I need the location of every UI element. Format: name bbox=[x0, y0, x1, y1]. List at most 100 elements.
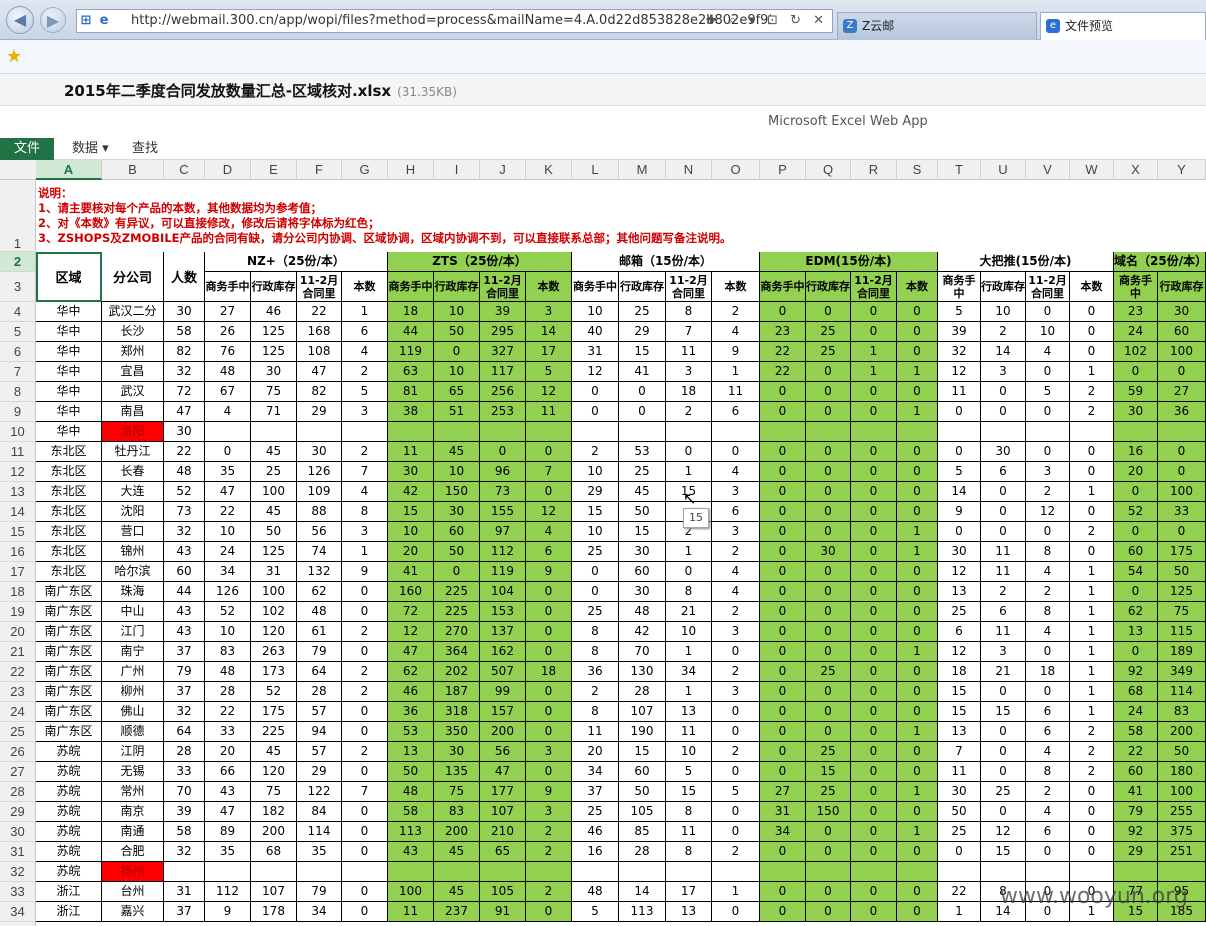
cell-r4-cg[interactable]: 1 bbox=[342, 302, 388, 322]
cell-r32-ce[interactable] bbox=[251, 862, 297, 882]
cell-r13-co[interactable]: 3 bbox=[712, 482, 760, 502]
cell-r27-cl[interactable]: 34 bbox=[572, 762, 619, 782]
cell-r31-ct[interactable]: 0 bbox=[938, 842, 981, 862]
cell-r25-cx[interactable]: 58 bbox=[1114, 722, 1158, 742]
cell-r11-ck[interactable]: 0 bbox=[526, 442, 572, 462]
cell-r20-cy[interactable]: 115 bbox=[1158, 622, 1206, 642]
cell-r15-cg[interactable]: 3 bbox=[342, 522, 388, 542]
cell-r24-ce[interactable]: 175 bbox=[251, 702, 297, 722]
cell-r29-co[interactable]: 0 bbox=[712, 802, 760, 822]
cell-r7-cv[interactable]: 0 bbox=[1026, 362, 1070, 382]
cell-r18-co[interactable]: 4 bbox=[712, 582, 760, 602]
cell-r25-co[interactable]: 0 bbox=[712, 722, 760, 742]
cell-r25-cw[interactable]: 2 bbox=[1070, 722, 1114, 742]
cell-r8-ce[interactable]: 75 bbox=[251, 382, 297, 402]
cell-r7-co[interactable]: 1 bbox=[712, 362, 760, 382]
cell-r29-cs[interactable]: 0 bbox=[897, 802, 938, 822]
cell-r5-ch[interactable]: 44 bbox=[388, 322, 434, 342]
cell-r24-cc[interactable]: 32 bbox=[164, 702, 205, 722]
cell-r22-cy[interactable]: 349 bbox=[1158, 662, 1206, 682]
cell-r32-cm[interactable] bbox=[619, 862, 666, 882]
cell-r23-cq[interactable]: 0 bbox=[806, 682, 851, 702]
cell-r26-cq[interactable]: 25 bbox=[806, 742, 851, 762]
cell-r5-cb[interactable]: 长沙 bbox=[102, 322, 164, 342]
cell-r8-cm[interactable]: 0 bbox=[619, 382, 666, 402]
cell-r19-ce[interactable]: 102 bbox=[251, 602, 297, 622]
cell-r15-cf[interactable]: 56 bbox=[297, 522, 342, 542]
cell-r33-ci[interactable]: 45 bbox=[434, 882, 480, 902]
cell-r11-cd[interactable]: 0 bbox=[205, 442, 251, 462]
cell-r5-cd[interactable]: 26 bbox=[205, 322, 251, 342]
cell-r25-cj[interactable]: 200 bbox=[480, 722, 526, 742]
cell-r19-cw[interactable]: 1 bbox=[1070, 602, 1114, 622]
cell-r34-ci[interactable]: 237 bbox=[434, 902, 480, 922]
cell-r26-cx[interactable]: 22 bbox=[1114, 742, 1158, 762]
cell-r18-cg[interactable]: 0 bbox=[342, 582, 388, 602]
cell-r24-cd[interactable]: 22 bbox=[205, 702, 251, 722]
cell-r22-cp[interactable]: 0 bbox=[760, 662, 806, 682]
cell-r19-cs[interactable]: 0 bbox=[897, 602, 938, 622]
cell-r27-cs[interactable]: 0 bbox=[897, 762, 938, 782]
cell-r24-cf[interactable]: 57 bbox=[297, 702, 342, 722]
cell-r31-ci[interactable]: 45 bbox=[434, 842, 480, 862]
header-group-1[interactable]: ZTS（25份/本） bbox=[388, 252, 572, 272]
cell-r12-cp[interactable]: 0 bbox=[760, 462, 806, 482]
cell-r27-ca[interactable]: 苏皖 bbox=[36, 762, 102, 782]
cell-r8-ch[interactable]: 81 bbox=[388, 382, 434, 402]
cell-r30-cc[interactable]: 58 bbox=[164, 822, 205, 842]
cell-r17-cc[interactable]: 60 bbox=[164, 562, 205, 582]
cell-r30-cl[interactable]: 46 bbox=[572, 822, 619, 842]
cell-r26-cy[interactable]: 50 bbox=[1158, 742, 1206, 762]
cell-r14-cq[interactable]: 0 bbox=[806, 502, 851, 522]
cell-r27-ci[interactable]: 135 bbox=[434, 762, 480, 782]
cell-r26-cu[interactable]: 0 bbox=[981, 742, 1026, 762]
cell-r32-cd[interactable] bbox=[205, 862, 251, 882]
cell-r23-cb[interactable]: 柳州 bbox=[102, 682, 164, 702]
cell-r19-cx[interactable]: 62 bbox=[1114, 602, 1158, 622]
header-sub-21[interactable]: 11-2月合同里 bbox=[1026, 272, 1070, 302]
cell-r15-cs[interactable]: 1 bbox=[897, 522, 938, 542]
cell-r19-cd[interactable]: 52 bbox=[205, 602, 251, 622]
cell-r28-ch[interactable]: 48 bbox=[388, 782, 434, 802]
cell-r11-cj[interactable]: 0 bbox=[480, 442, 526, 462]
cell-r29-ce[interactable]: 182 bbox=[251, 802, 297, 822]
cell-r14-ct[interactable]: 9 bbox=[938, 502, 981, 522]
cell-r20-cw[interactable]: 1 bbox=[1070, 622, 1114, 642]
cell-r19-cv[interactable]: 8 bbox=[1026, 602, 1070, 622]
header-people[interactable]: 人数 bbox=[164, 252, 205, 302]
cell-r26-cj[interactable]: 56 bbox=[480, 742, 526, 762]
cell-r15-cd[interactable]: 10 bbox=[205, 522, 251, 542]
header-sub-8[interactable]: 行政库存 bbox=[434, 272, 480, 302]
cell-r18-ci[interactable]: 225 bbox=[434, 582, 480, 602]
cell-r25-cn[interactable]: 11 bbox=[666, 722, 712, 742]
cell-r6-co[interactable]: 9 bbox=[712, 342, 760, 362]
cell-r23-ce[interactable]: 52 bbox=[251, 682, 297, 702]
cell-r33-ce[interactable]: 107 bbox=[251, 882, 297, 902]
cell-r6-cg[interactable]: 4 bbox=[342, 342, 388, 362]
cell-r34-cb[interactable]: 嘉兴 bbox=[102, 902, 164, 922]
cell-r34-cg[interactable]: 0 bbox=[342, 902, 388, 922]
cell-r16-ca[interactable]: 东北区 bbox=[36, 542, 102, 562]
cell-r25-cd[interactable]: 33 bbox=[205, 722, 251, 742]
cell-r26-cw[interactable]: 2 bbox=[1070, 742, 1114, 762]
cell-r32-cc[interactable] bbox=[164, 862, 205, 882]
cell-r25-cl[interactable]: 11 bbox=[572, 722, 619, 742]
cell-r16-cy[interactable]: 175 bbox=[1158, 542, 1206, 562]
cell-r14-ci[interactable]: 30 bbox=[434, 502, 480, 522]
cell-r4-cm[interactable]: 25 bbox=[619, 302, 666, 322]
cell-r28-cw[interactable]: 0 bbox=[1070, 782, 1114, 802]
cell-r27-ch[interactable]: 50 bbox=[388, 762, 434, 782]
cell-r27-ct[interactable]: 11 bbox=[938, 762, 981, 782]
cell-r20-cp[interactable]: 0 bbox=[760, 622, 806, 642]
cell-r32-cj[interactable] bbox=[480, 862, 526, 882]
cell-r25-cv[interactable]: 6 bbox=[1026, 722, 1070, 742]
cell-r11-cf[interactable]: 30 bbox=[297, 442, 342, 462]
cell-r28-cg[interactable]: 7 bbox=[342, 782, 388, 802]
cell-r19-ch[interactable]: 72 bbox=[388, 602, 434, 622]
cell-r27-cu[interactable]: 0 bbox=[981, 762, 1026, 782]
cell-r34-cr[interactable]: 0 bbox=[851, 902, 897, 922]
cell-r11-ca[interactable]: 东北区 bbox=[36, 442, 102, 462]
cell-r14-ck[interactable]: 12 bbox=[526, 502, 572, 522]
cell-r17-ct[interactable]: 12 bbox=[938, 562, 981, 582]
cell-r14-cw[interactable]: 0 bbox=[1070, 502, 1114, 522]
